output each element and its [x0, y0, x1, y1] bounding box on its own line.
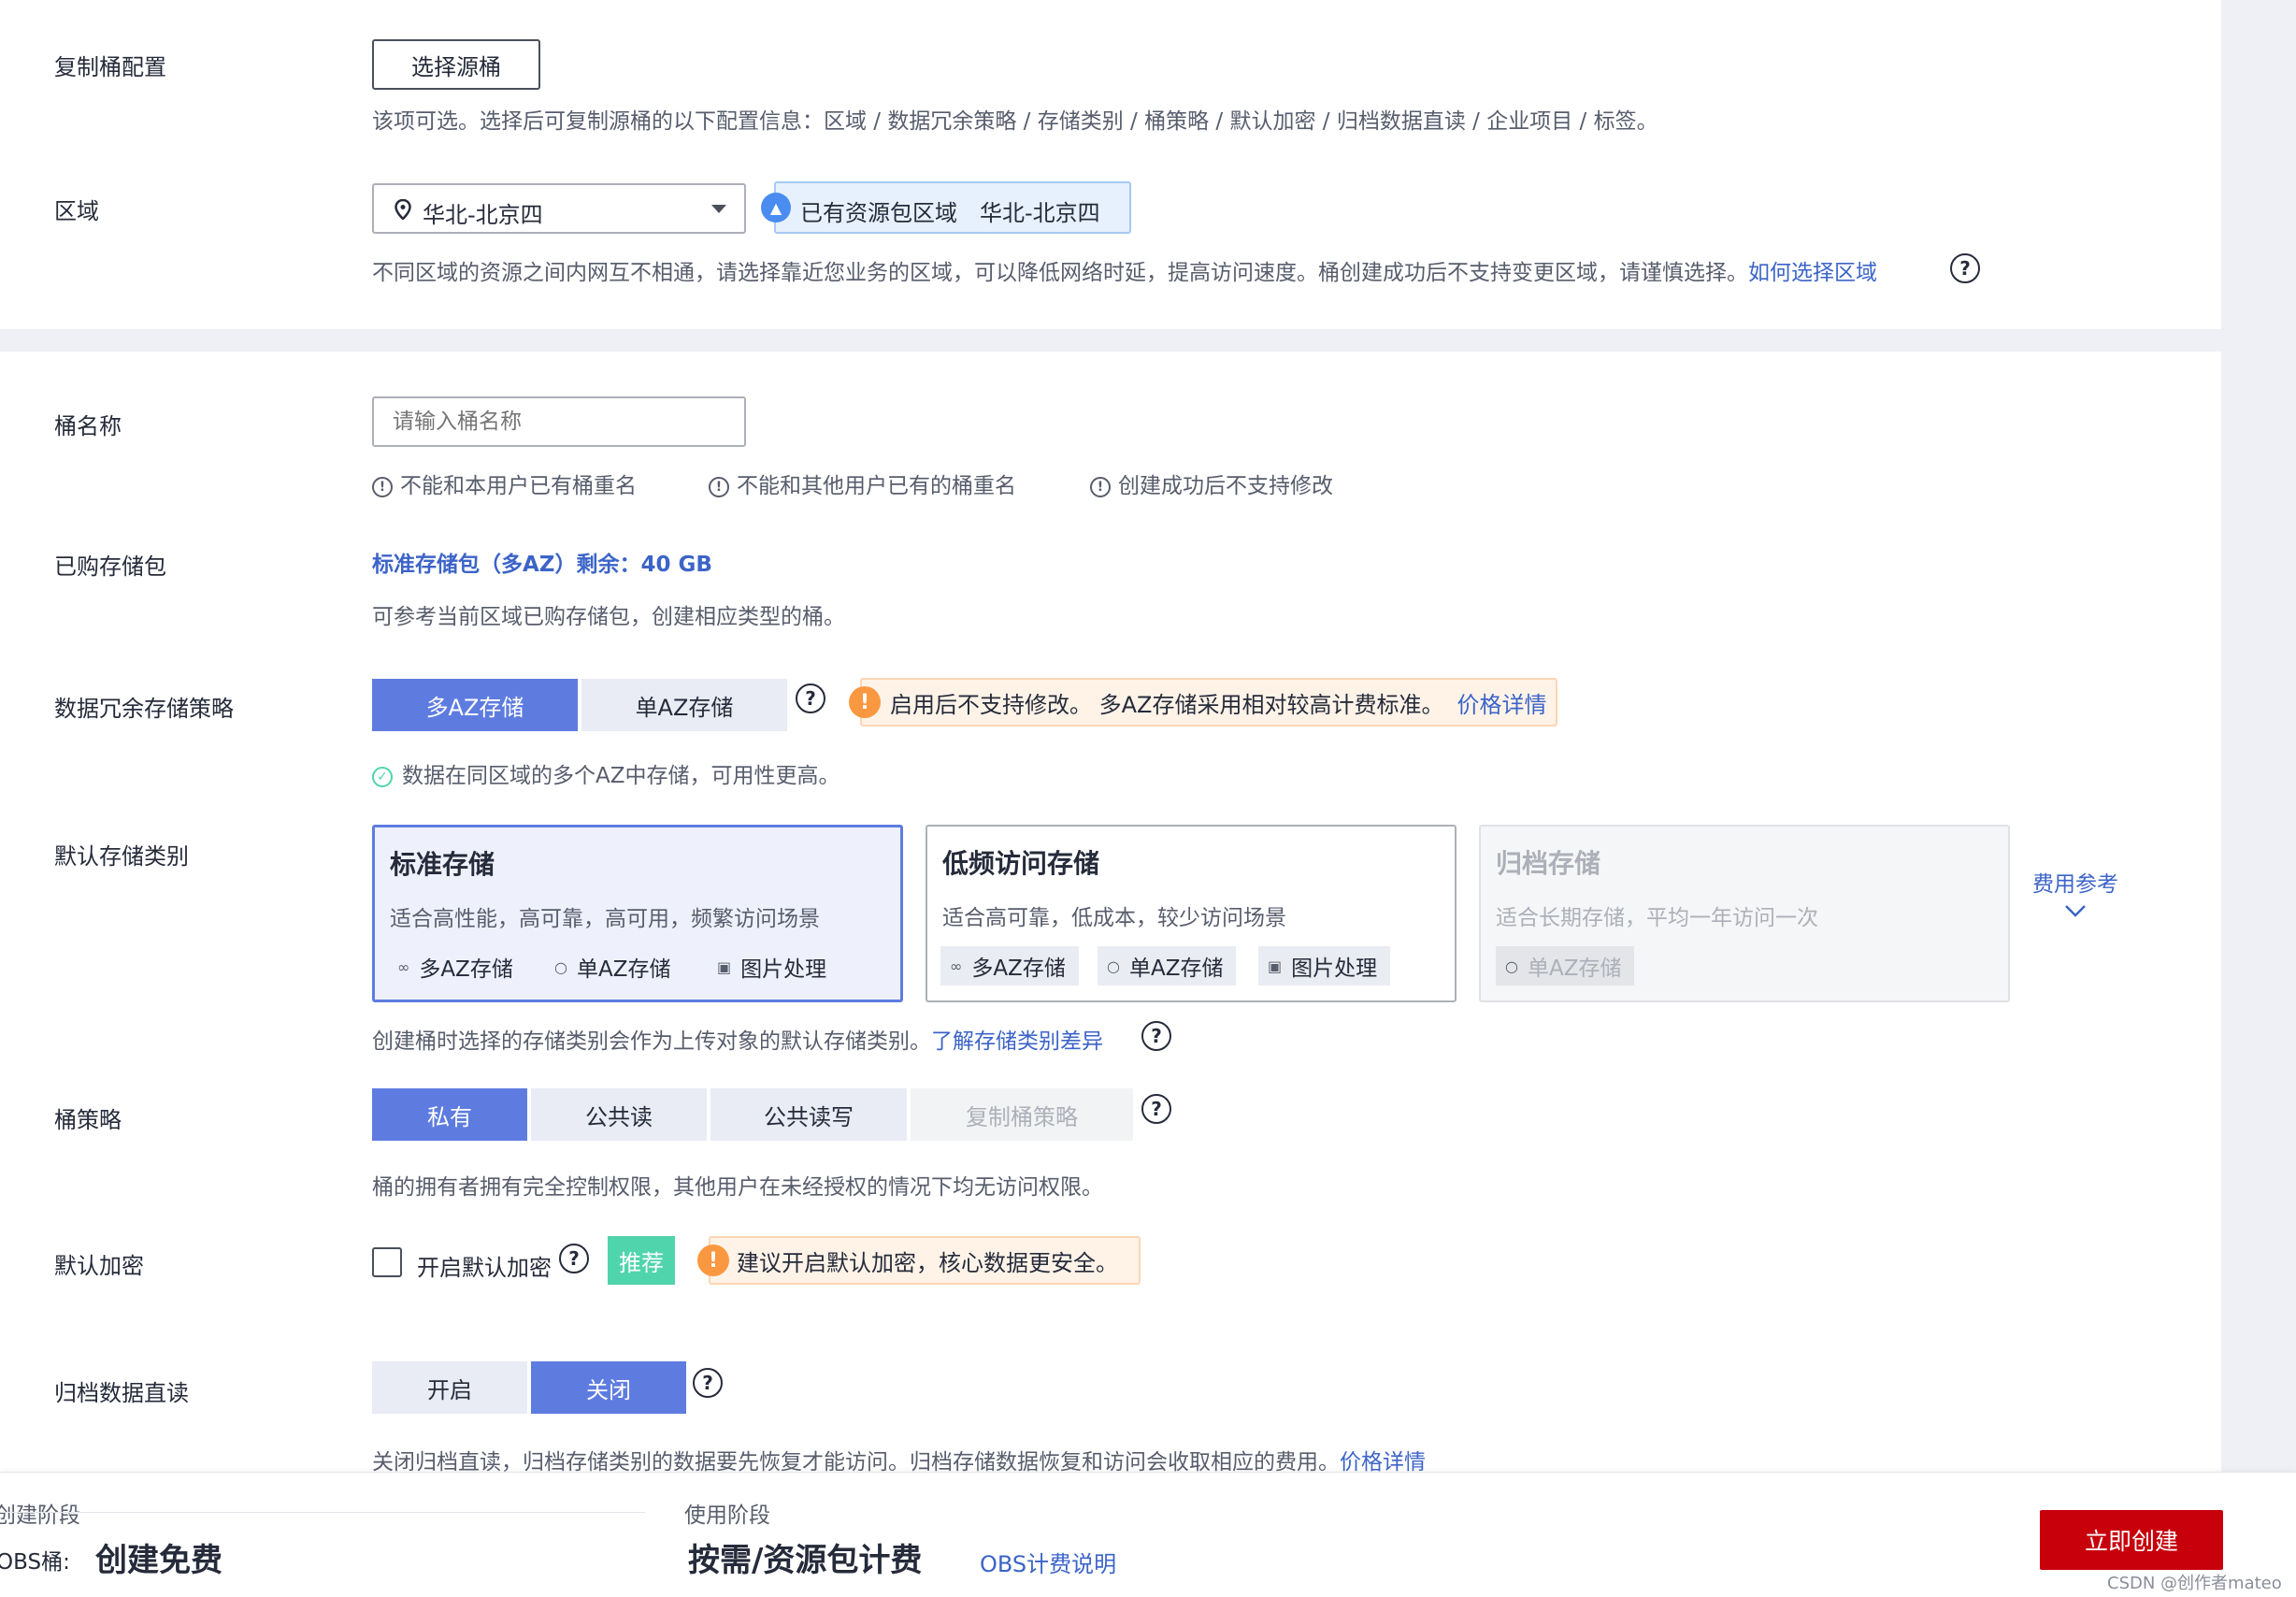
footer-bar: 创建阶段 OBS桶: 创建免费 使用阶段 按需/资源包计费 OBS计费说明 立即…	[0, 1472, 2296, 1597]
image-icon: ▣	[1268, 957, 1283, 975]
fee-reference-link[interactable]: 费用参考	[2029, 866, 2122, 924]
bucket-name-input[interactable]	[372, 396, 746, 447]
info-icon: !	[372, 476, 393, 497]
footer-stage1-label: 创建阶段	[0, 1503, 80, 1528]
bucket-name-rule-2: ! 不能和其他用户已有的桶重名	[709, 468, 1016, 499]
recommend-badge: 推荐	[608, 1236, 675, 1285]
location-pin-icon	[395, 199, 411, 220]
fee-reference-text: 费用参考	[2032, 872, 2118, 897]
obs-billing-link[interactable]: OBS计费说明	[980, 1546, 1116, 1578]
info-icon: !	[709, 476, 729, 497]
policy-label: 桶策略	[54, 1107, 122, 1133]
region-label: 区域	[54, 198, 99, 224]
chevron-down-icon	[2065, 905, 2086, 917]
storage-class-diff-link[interactable]: 了解存储类别差异	[931, 1029, 1103, 1054]
replicate-hint: 该项可选。选择后可复制源桶的以下配置信息：区域 / 数据冗余策略 / 存储类别 …	[372, 109, 1658, 134]
storage-class-label: 默认存储类别	[54, 843, 189, 870]
resource-region-value: 华北-北京四	[980, 200, 1100, 226]
redundancy-label: 数据冗余存储策略	[54, 696, 234, 722]
redundancy-warning: ! 启用后不支持修改。 多AZ存储采用相对较高计费标准。 价格详情	[849, 678, 1557, 727]
policy-option-private[interactable]: 私有	[372, 1088, 527, 1141]
warning-icon: !	[849, 686, 881, 718]
storage-card-archive: 归档存储 适合长期存储，平均一年访问一次 ○ 单AZ存储	[1479, 825, 2010, 1002]
bucket-name-label: 桶名称	[54, 413, 122, 439]
package-label: 已购存储包	[54, 554, 166, 580]
bucket-name-rule-1: ! 不能和本用户已有桶重名	[372, 468, 637, 499]
single-az-icon: ○	[1505, 957, 1518, 975]
multi-az-icon: ∞	[950, 957, 963, 975]
storage-card-title: 归档存储	[1496, 848, 1601, 879]
region-hint: 不同区域的资源之间内网互不相通，请选择靠近您业务的区域，可以降低网络时延，提高访…	[372, 254, 1877, 286]
encryption-warning: ! 建议开启默认加密，核心数据更安全。	[697, 1236, 1141, 1285]
encryption-help-icon[interactable]: ?	[559, 1244, 589, 1273]
footer-stage2-label: 使用阶段	[684, 1503, 770, 1528]
storage-class-help-icon[interactable]: ?	[1141, 1021, 1171, 1051]
resource-region-label: 已有资源包区域	[800, 200, 957, 226]
policy-option-public-read-write[interactable]: 公共读写	[710, 1088, 907, 1141]
tag-image-processing: ▣ 图片处理	[1258, 946, 1391, 986]
region-select-value: 华北-北京四	[423, 202, 543, 228]
redundancy-option-multi-az[interactable]: 多AZ存储	[372, 679, 578, 731]
info-icon: !	[1090, 476, 1111, 497]
footer-stage2-value: 按需/资源包计费	[688, 1542, 923, 1579]
multi-az-icon: ∞	[397, 957, 410, 976]
storage-class-hint-text: 创建桶时选择的存储类别会作为上传对象的默认存储类别。	[372, 1029, 931, 1054]
single-az-icon: ○	[1107, 957, 1120, 975]
choose-region-link[interactable]: 如何选择区域	[1748, 261, 1877, 285]
thumbs-up-icon: ▲	[761, 193, 791, 223]
region-select[interactable]: 华北-北京四	[372, 183, 746, 234]
region-hint-text: 不同区域的资源之间内网互不相通，请选择靠近您业务的区域，可以降低网络时延，提高访…	[372, 261, 1748, 285]
tag-multi-az: ∞ 多AZ存储	[940, 946, 1079, 986]
redundancy-success-hint: ✓ 数据在同区域的多个AZ中存储，可用性更高。	[372, 757, 840, 789]
storage-class-hint: 创建桶时选择的存储类别会作为上传对象的默认存储类别。了解存储类别差异	[372, 1023, 1103, 1055]
footer-stage1-value: 创建免费	[95, 1542, 222, 1579]
select-source-bucket-button[interactable]: 选择源桶	[372, 39, 540, 90]
encryption-warning-text: 建议开启默认加密，核心数据更安全。	[737, 1249, 1118, 1276]
archive-read-option-on[interactable]: 开启	[372, 1361, 527, 1414]
redundancy-price-link[interactable]: 价格详情	[1457, 686, 1547, 719]
tag-image-processing: ▣ 图片处理	[717, 957, 827, 982]
storage-card-desc: 适合高可靠，低成本，较少访问场景	[942, 906, 1286, 930]
region-help-icon[interactable]: ?	[1950, 253, 1980, 283]
policy-option-public-read[interactable]: 公共读	[531, 1088, 707, 1141]
single-az-icon: ○	[554, 957, 567, 976]
storage-card-desc: 适合高性能，高可靠，高可用，频繁访问场景	[390, 907, 820, 931]
redundancy-option-single-az[interactable]: 单AZ存储	[581, 679, 787, 731]
encryption-label: 默认加密	[54, 1253, 144, 1279]
storage-card-standard[interactable]: 标准存储 适合高性能，高可靠，高可用，频繁访问场景 ∞ 多AZ存储 ○ 单AZ存储 …	[372, 825, 903, 1002]
archive-read-help-icon[interactable]: ?	[693, 1368, 723, 1398]
watermark-text: CSDN @创作者mateo	[2107, 1574, 2282, 1593]
archive-read-option-off[interactable]: 关闭	[531, 1361, 686, 1414]
storage-card-title: 低频访问存储	[942, 848, 1100, 879]
tag-single-az: ○ 单AZ存储	[1496, 946, 1635, 986]
policy-option-copy: 复制桶策略	[911, 1088, 1133, 1141]
package-value: 标准存储包（多AZ）剩余：40 GB	[372, 553, 712, 577]
storage-card-infrequent[interactable]: 低频访问存储 适合高可靠，低成本，较少访问场景 ∞ 多AZ存储 ○ 单AZ存储 ▣ 图…	[926, 825, 1457, 1002]
warning-icon: !	[697, 1245, 729, 1276]
encryption-checkbox[interactable]	[372, 1247, 402, 1277]
replicate-label: 复制桶配置	[54, 54, 166, 80]
archive-read-hint: 关闭归档直读，归档存储类别的数据要先恢复才能访问。归档存储数据恢复和访问会收取相…	[372, 1444, 1426, 1475]
check-circle-icon: ✓	[372, 766, 393, 787]
footer-divider	[0, 1512, 645, 1513]
resource-region-tag: ▲ 已有资源包区域 华北-北京四	[761, 181, 1131, 234]
encryption-checkbox-label[interactable]: 开启默认加密	[417, 1249, 552, 1282]
policy-help-icon[interactable]: ?	[1141, 1094, 1171, 1124]
tag-multi-az: ∞ 多AZ存储	[397, 957, 513, 982]
bucket-name-rule-3: ! 创建成功后不支持修改	[1090, 468, 1333, 499]
image-icon: ▣	[717, 957, 732, 976]
tag-single-az: ○ 单AZ存储	[1098, 946, 1237, 986]
storage-card-title: 标准存储	[390, 849, 495, 880]
footer-stage1-prefix: OBS桶:	[0, 1550, 70, 1575]
redundancy-warning-text: 启用后不支持修改。 多AZ存储采用相对较高计费标准。	[890, 691, 1444, 718]
tag-single-az: ○ 单AZ存储	[554, 957, 671, 982]
policy-hint: 桶的拥有者拥有完全控制权限，其他用户在未经授权的情况下均无访问权限。	[372, 1175, 1103, 1200]
package-hint: 可参考当前区域已购存储包，创建相应类型的桶。	[372, 605, 845, 629]
create-now-button[interactable]: 立即创建	[2040, 1510, 2223, 1570]
redundancy-help-icon[interactable]: ?	[796, 683, 825, 713]
archive-read-label: 归档数据直读	[54, 1380, 189, 1406]
top-panel: 复制桶配置 选择源桶 该项可选。选择后可复制源桶的以下配置信息：区域 / 数据冗…	[0, 0, 2221, 329]
caret-down-icon	[711, 205, 726, 213]
storage-card-desc: 适合长期存储，平均一年访问一次	[1496, 906, 1818, 930]
